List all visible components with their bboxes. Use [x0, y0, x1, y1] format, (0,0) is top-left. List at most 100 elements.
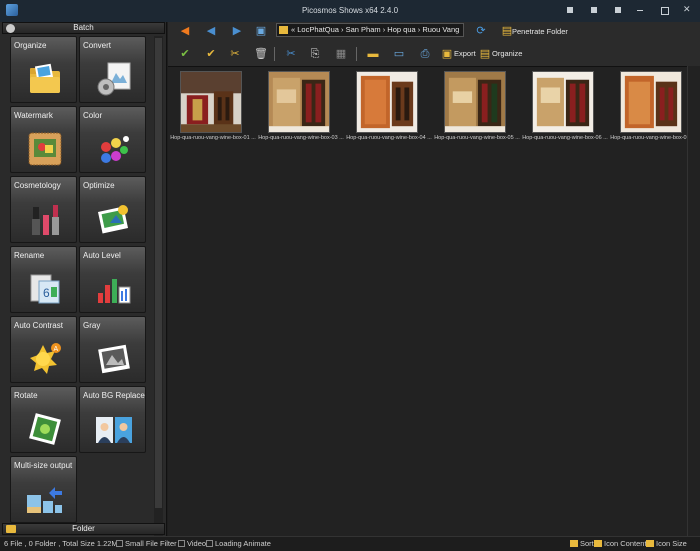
file-name: Hop-qua-ruou-vang-wine-box-06 ... [522, 135, 608, 141]
cosmetics-icon [32, 205, 59, 235]
refresh-icon[interactable]: ⟳ [474, 25, 488, 37]
sort-label: Sort [580, 539, 594, 548]
scrollbar-thumb[interactable] [155, 38, 162, 508]
file-thumbnail[interactable]: Hop-qua-ruou-vang-wine-box-04 ... [346, 71, 432, 141]
penetrate-folder-button[interactable]: Penetrate Folder [512, 27, 568, 36]
loading-animate-option[interactable]: Loading Animate [206, 538, 271, 550]
file-thumbnail[interactable]: Hop-qua-ruou-vang-wine-box-06 ... [522, 71, 608, 141]
tool-watermark[interactable]: Watermark [10, 106, 77, 173]
forward-arrow-icon[interactable]: ◀ [204, 25, 218, 37]
rename-icon: 6 [30, 274, 60, 304]
folder-up-icon[interactable]: ▣ [254, 25, 268, 37]
settings-button[interactable] [588, 4, 600, 16]
tool-grid: Organize Convert Watermark Color Cosmeto… [10, 36, 148, 541]
image-thumbnail [532, 71, 594, 133]
tool-rotate[interactable]: Rotate [10, 386, 77, 453]
export-button[interactable]: Export [454, 49, 476, 58]
icon-content-label: Icon Content [604, 539, 647, 548]
icon-content-icon [594, 540, 602, 547]
icon-content-button[interactable]: Icon Content [594, 538, 647, 550]
tool-label: Rotate [14, 391, 38, 400]
toolbar-divider [274, 47, 275, 61]
check-all-icon[interactable]: ✔ [204, 48, 218, 60]
tool-label: Convert [83, 41, 112, 50]
file-name: Hop-qua-ruou-vang-wine-box-01 ... [170, 135, 256, 141]
batch-header-label: Batch [73, 23, 94, 32]
invert-selection-icon[interactable]: ✂ [228, 48, 242, 60]
tool-color[interactable]: Color [79, 106, 146, 173]
multisize-icon [27, 487, 62, 513]
tool-optimize[interactable]: Optimize [79, 176, 146, 243]
tool-convert[interactable]: Convert [79, 36, 146, 103]
icon-size-icon [646, 540, 654, 547]
tool-label: Organize [14, 41, 47, 50]
tool-multi-size-output[interactable]: Multi-size output [10, 456, 77, 523]
slideshow-icon[interactable]: ▭ [392, 48, 406, 60]
tool-label: Color [83, 111, 103, 120]
tool-label: Gray [83, 321, 101, 330]
folder-bar[interactable]: Folder [2, 523, 165, 535]
tool-label: Rename [14, 251, 45, 260]
svg-text:6: 6 [43, 286, 50, 300]
paste-icon[interactable]: ▦ [334, 48, 348, 60]
next-arrow-icon[interactable]: ▶ [230, 25, 244, 37]
sort-button[interactable]: Sort [570, 538, 594, 550]
tool-gray[interactable]: Gray [79, 316, 146, 383]
tool-label: Optimize [83, 181, 115, 190]
tool-label: Auto Contrast [14, 321, 63, 330]
batch-header[interactable]: Batch [2, 22, 165, 34]
print-icon[interactable]: ⎙ [418, 48, 432, 60]
check-icon[interactable]: ✔ [178, 48, 192, 60]
tool-cosmetology[interactable]: Cosmetology [10, 176, 77, 243]
thumbnail-area[interactable]: Hop-qua-ruou-vang-wine-box-01 ... Hop-qu… [168, 66, 696, 536]
image-thumbnail [356, 71, 418, 133]
file-name: Hop-qua-ruou-vang-wine-box-05 ... [434, 135, 520, 141]
tool-scrollbar[interactable] [154, 36, 163, 541]
export-icon[interactable]: ▣ [440, 48, 454, 60]
tool-label: Multi-size output [14, 461, 73, 470]
batch-panel: Batch Organize Convert Watermark Color C… [0, 22, 167, 542]
organize-button[interactable]: Organize [492, 49, 522, 58]
checkbox[interactable] [178, 540, 185, 547]
image-thumbnail [180, 71, 242, 133]
tool-label: Auto Level [83, 251, 121, 260]
file-thumbnail[interactable]: Hop-qua-ruou-vang-wine-box-07 ... [610, 71, 696, 141]
folder-photos-icon [30, 63, 60, 93]
checkbox[interactable] [206, 540, 213, 547]
icon-size-button[interactable]: Icon Size [646, 538, 687, 550]
toolbar: ◀ ◀ ▶ ▣ « LocPhatQua › San Pham › Hop qu… [168, 22, 700, 66]
organize-icon[interactable]: ▤ [478, 48, 492, 60]
small-file-filter-option[interactable]: Small File Filter [116, 538, 177, 550]
checkbox[interactable] [116, 540, 123, 547]
video-option[interactable]: Video [178, 538, 206, 550]
status-bar: 6 File , 0 Folder , Total Size 1.22M Sma… [0, 536, 700, 551]
trash-icon[interactable]: 🗑 [254, 48, 268, 60]
copy-icon[interactable]: ⎘ [308, 48, 322, 60]
file-summary: 6 File , 0 Folder , Total Size 1.22M [4, 539, 118, 548]
tool-auto-contrast[interactable]: Auto Contrast A [10, 316, 77, 383]
color-balls-icon [101, 136, 129, 163]
content-scrollbar[interactable] [687, 66, 700, 536]
skin-button[interactable] [564, 4, 576, 16]
tool-auto-level[interactable]: Auto Level [79, 246, 146, 313]
toolbar-divider [356, 47, 357, 61]
path-bar[interactable]: « LocPhatQua › San Pham › Hop qua › Ruou… [276, 23, 464, 37]
tool-organize[interactable]: Organize [10, 36, 77, 103]
file-name: Hop-qua-ruou-vang-wine-box-04 ... [346, 135, 432, 141]
optimize-photo-icon [97, 205, 129, 234]
back-arrow-icon[interactable]: ◀ [178, 25, 192, 37]
tool-auto-bg-replace[interactable]: Auto BG Replace [79, 386, 146, 453]
file-thumbnail[interactable]: Hop-qua-ruou-vang-wine-box-05 ... [434, 71, 520, 141]
folder-bar-label: Folder [72, 524, 95, 533]
file-thumbnail[interactable]: Hop-qua-ruou-vang-wine-box-01 ... [170, 71, 256, 141]
minimize-button[interactable] [634, 4, 646, 16]
file-name: Hop-qua-ruou-vang-wine-box-03 ... [258, 135, 344, 141]
cut-icon[interactable]: ✂ [284, 48, 298, 60]
pin-button[interactable] [612, 4, 624, 16]
video-label: Video [187, 539, 207, 548]
close-button[interactable] [681, 4, 693, 16]
tool-rename[interactable]: Rename 6 [10, 246, 77, 313]
new-folder-icon[interactable]: ▬ [366, 48, 380, 60]
maximize-button[interactable] [658, 4, 670, 16]
file-thumbnail[interactable]: Hop-qua-ruou-vang-wine-box-03 ... [258, 71, 344, 141]
